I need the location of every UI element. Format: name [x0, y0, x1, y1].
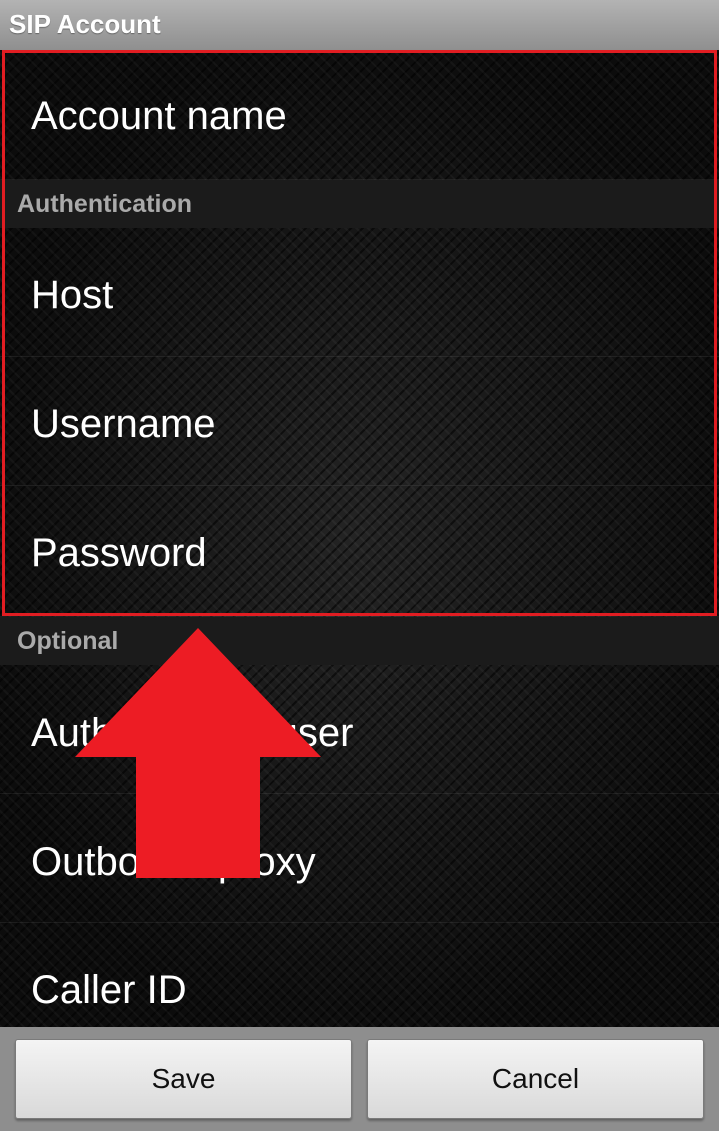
window-title: SIP Account — [9, 9, 161, 39]
caller-id-row[interactable]: Caller ID — [0, 923, 719, 1027]
host-row[interactable]: Host — [0, 228, 719, 357]
authorization-user-row[interactable]: Authorization user — [0, 665, 719, 794]
password-row[interactable]: Password — [0, 486, 719, 617]
username-row[interactable]: Username — [0, 357, 719, 486]
title-bar: SIP Account — [0, 0, 719, 50]
outbound-proxy-row[interactable]: Outbound proxy — [0, 794, 719, 923]
account-name-row[interactable]: Account name — [0, 50, 719, 180]
caller-id-label: Caller ID — [31, 968, 187, 1012]
bottom-button-bar: Save Cancel — [0, 1027, 719, 1131]
username-label: Username — [31, 402, 216, 446]
account-name-label: Account name — [31, 94, 287, 138]
cancel-button[interactable]: Cancel — [367, 1039, 704, 1119]
password-label: Password — [31, 531, 207, 575]
authentication-section-label: Authentication — [17, 190, 192, 218]
optional-section-label: Optional — [17, 627, 119, 655]
outbound-proxy-label: Outbound proxy — [31, 840, 316, 884]
host-label: Host — [31, 273, 114, 317]
optional-section-header: Optional — [0, 617, 719, 665]
settings-list[interactable]: Account name Authentication Host Usernam… — [0, 50, 719, 1027]
save-button[interactable]: Save — [15, 1039, 352, 1119]
authorization-user-label: Authorization user — [31, 711, 354, 755]
authentication-section-header: Authentication — [0, 180, 719, 228]
